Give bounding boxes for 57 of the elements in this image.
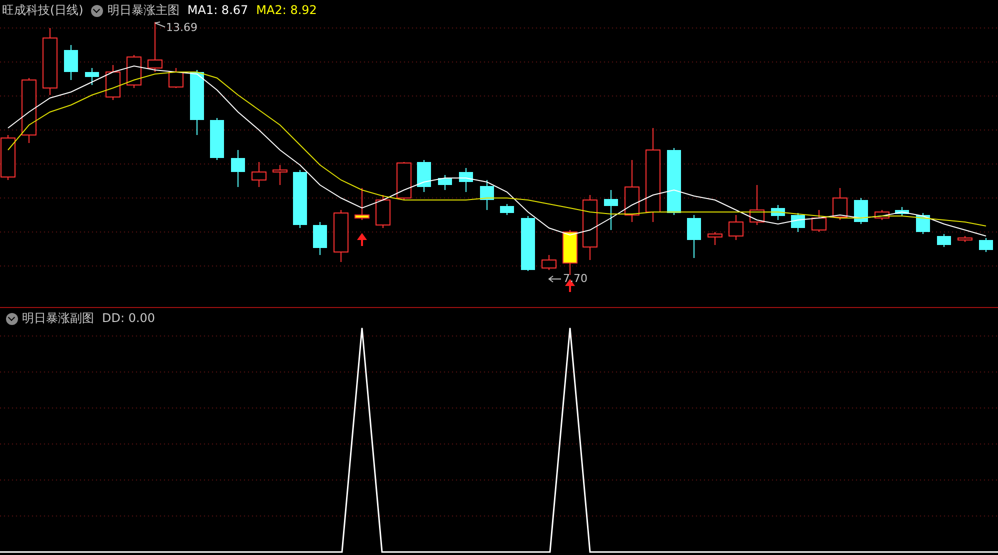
candlestick bbox=[667, 148, 681, 216]
candlestick bbox=[85, 68, 99, 86]
candlestick bbox=[396, 162, 412, 200]
candlestick bbox=[148, 22, 162, 72]
candlestick bbox=[313, 222, 327, 256]
price-label: 13.69 bbox=[166, 21, 198, 34]
candlestick bbox=[687, 214, 701, 258]
indicator-name: 明日暴涨主图 bbox=[107, 3, 180, 18]
ma-reading: MA2: 8.92 bbox=[256, 3, 317, 18]
candlestick bbox=[937, 234, 951, 248]
candlestick bbox=[582, 194, 598, 260]
candlestick bbox=[354, 188, 370, 220]
candlestick bbox=[376, 194, 390, 228]
candlestick bbox=[500, 204, 514, 216]
collapse-icon[interactable] bbox=[6, 312, 18, 324]
candlestick bbox=[272, 164, 288, 186]
candlestick bbox=[64, 44, 78, 80]
candlestick bbox=[126, 54, 142, 88]
leader-line bbox=[154, 22, 166, 28]
candlestick bbox=[438, 174, 452, 190]
candlestick bbox=[210, 118, 224, 160]
ma-reading: MA1: 8.67 bbox=[187, 3, 248, 18]
collapse-icon[interactable] bbox=[91, 4, 104, 16]
candlestick bbox=[459, 168, 473, 192]
arrow-icon bbox=[357, 233, 367, 246]
candlestick bbox=[979, 238, 993, 252]
dd-reading: DD: 0.00 bbox=[102, 311, 156, 326]
candlestick bbox=[854, 198, 868, 224]
candlestick bbox=[728, 214, 744, 240]
candlestick bbox=[874, 210, 890, 220]
candlestick bbox=[812, 210, 826, 232]
candlestick bbox=[708, 232, 722, 246]
candlestick bbox=[542, 254, 556, 270]
candlestick bbox=[895, 206, 909, 216]
candlestick bbox=[417, 160, 431, 192]
candlestick bbox=[168, 68, 184, 88]
candlestick bbox=[604, 190, 618, 230]
candlestick bbox=[521, 216, 535, 272]
candlestick bbox=[334, 210, 348, 262]
candlestick bbox=[624, 160, 640, 222]
candlestick bbox=[293, 170, 307, 228]
candlestick bbox=[252, 162, 266, 188]
candlestick bbox=[771, 204, 785, 220]
candlestick bbox=[791, 212, 805, 232]
candlestick bbox=[22, 78, 36, 144]
candlestick bbox=[231, 150, 245, 188]
candlestick bbox=[480, 180, 494, 210]
indicator-name: 明日暴涨副图 bbox=[22, 311, 94, 326]
candlestick bbox=[750, 184, 764, 226]
candlestick bbox=[42, 28, 58, 96]
leader-line bbox=[548, 276, 562, 282]
candlestick bbox=[832, 188, 848, 220]
candlestick bbox=[106, 64, 120, 100]
candlestick bbox=[190, 70, 204, 136]
candlestick bbox=[562, 230, 578, 276]
stock-title: 旺成科技(日线) bbox=[2, 3, 84, 18]
price-label: 7.70 bbox=[563, 272, 588, 285]
